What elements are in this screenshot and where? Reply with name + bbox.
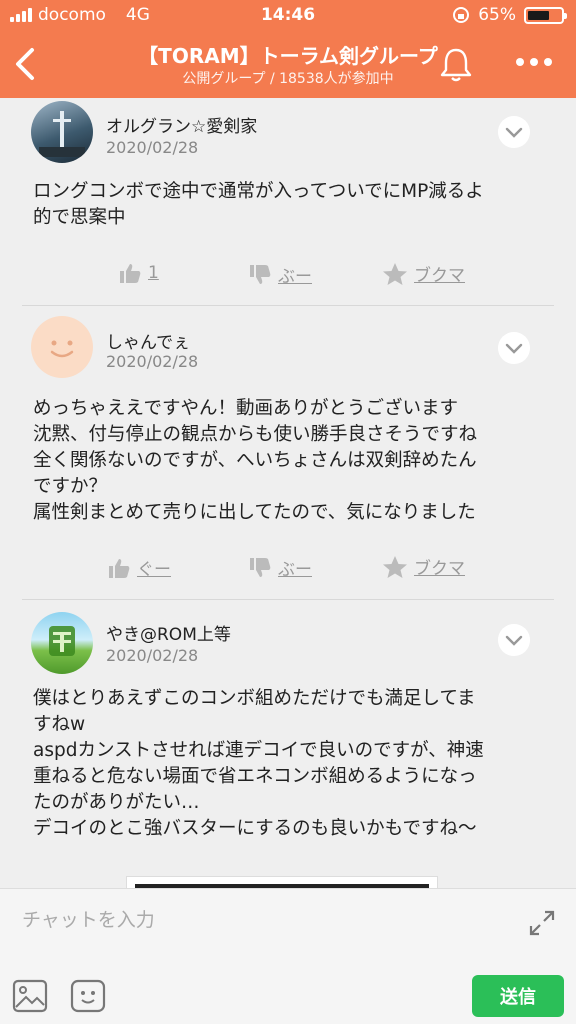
star-icon (383, 555, 407, 578)
post-line: aspdカンストさせれば連デコイで良いのですが、神速 (33, 740, 484, 761)
post-line: めっちゃええですやん！動画ありがとうございます (33, 398, 458, 419)
status-bar: docomo 4G 14:46 65% (0, 0, 576, 30)
post-item: しゃんでぇ 2020/02/28 めっちゃええですやん！動画ありがとうございます… (0, 310, 576, 602)
like-label: ぐー (137, 560, 171, 580)
more-icon[interactable] (514, 52, 554, 72)
divider (22, 305, 554, 306)
header-bar: docomo 4G 14:46 65% 【TORAM】トーラム剣グループ 公開グ… (0, 0, 576, 98)
post-list[interactable]: オルグラン☆愛剣家 2020/02/28 ロングコンボで途中で通常が入ってついで… (0, 98, 576, 888)
post-line: たのがありがたい… (33, 792, 200, 813)
post-text: めっちゃええですやん！動画ありがとうございます 沈黙、付与停止の観点からも使い勝… (33, 396, 543, 526)
chat-input[interactable] (20, 903, 504, 937)
post-line: すねw (33, 714, 86, 735)
post-date: 2020/02/28 (106, 646, 199, 665)
thumbs-up-icon (120, 264, 141, 283)
post-line: ですか？ (33, 476, 108, 497)
sticker-icon[interactable] (70, 979, 106, 1013)
send-button[interactable]: 送信 (472, 975, 564, 1017)
thumbs-down-icon (250, 557, 271, 577)
chevron-down-icon[interactable] (498, 116, 530, 148)
user-name[interactable]: オルグラン☆愛剣家 (106, 112, 257, 137)
like-count: 1 (148, 263, 159, 283)
star-icon (383, 262, 407, 285)
battery-percent: 65% (478, 5, 516, 25)
chevron-down-icon[interactable] (498, 624, 530, 656)
divider (22, 599, 554, 600)
bookmark-label: ブクマ (414, 266, 465, 286)
battery-icon (524, 6, 567, 24)
bell-icon[interactable] (438, 44, 474, 84)
chat-input-bar: 送信 (0, 888, 576, 1024)
post-line: 重ねると危ない場面で省エネコンボ組めるようになっ (33, 766, 477, 787)
sword-icon (39, 111, 85, 157)
back-icon[interactable] (10, 44, 40, 84)
post-line: 的で思案中 (33, 207, 126, 228)
smiley-icon (50, 340, 74, 358)
post-line: 属性剣まとめて売りに出してたので、気になりました (33, 502, 476, 523)
like-button[interactable]: 1 (118, 262, 159, 284)
avatar[interactable] (31, 101, 93, 163)
dislike-label: ぶー (278, 267, 312, 287)
expand-icon[interactable] (528, 909, 556, 937)
post-line: ロングコンボで途中で通常が入ってついでにMP減るよ (33, 181, 484, 202)
post-item: オルグラン☆愛剣家 2020/02/28 ロングコンボで途中で通常が入ってついで… (0, 98, 576, 308)
attached-image[interactable] (126, 876, 438, 888)
dislike-button[interactable]: ぶー (248, 555, 312, 580)
bookmark-label: ブクマ (414, 559, 465, 579)
like-button[interactable]: ぐー (107, 555, 171, 580)
post-line: 僕はとりあえずこのコンボ組めただけでも満足してま (33, 688, 476, 709)
chevron-down-icon[interactable] (498, 332, 530, 364)
group-subtitle: 公開グループ / 18538人が参加中 (182, 71, 394, 87)
avatar[interactable] (31, 316, 93, 378)
grass-kanji-icon (49, 626, 75, 656)
post-line: 沈黙、付与停止の観点からも使い勝手良さそうですね (33, 424, 478, 445)
post-line: デコイのとこ強バスターにするのも良いかもですね〜 (33, 818, 477, 839)
rotation-lock-icon (453, 7, 470, 23)
user-name[interactable]: やき@ROM上等 (106, 620, 231, 645)
user-name[interactable]: しゃんでぇ (106, 328, 190, 353)
post-text: ロングコンボで途中で通常が入ってついでにMP減るよ 的で思案中 (33, 179, 543, 231)
post-line: 全く関係ないのですが、へいちょさんは双剣辞めたん (33, 450, 477, 471)
dislike-label: ぶー (278, 560, 312, 580)
avatar[interactable] (31, 612, 93, 674)
post-date: 2020/02/28 (106, 352, 199, 371)
bookmark-button[interactable]: ブクマ (382, 554, 465, 579)
post-date: 2020/02/28 (106, 138, 199, 157)
bookmark-button[interactable]: ブクマ (382, 261, 465, 286)
thumbs-up-icon (109, 558, 130, 578)
dislike-button[interactable]: ぶー (248, 262, 312, 287)
image-icon[interactable] (12, 979, 48, 1013)
post-text: 僕はとりあえずこのコンボ組めただけでも満足してま すねw aspdカンストさせれ… (33, 686, 543, 842)
post-item: やき@ROM上等 2020/02/28 僕はとりあえずこのコンボ組めただけでも満… (0, 606, 576, 888)
group-title: 【TORAM】トーラム剣グループ (138, 44, 438, 68)
thumbs-down-icon (250, 264, 271, 284)
